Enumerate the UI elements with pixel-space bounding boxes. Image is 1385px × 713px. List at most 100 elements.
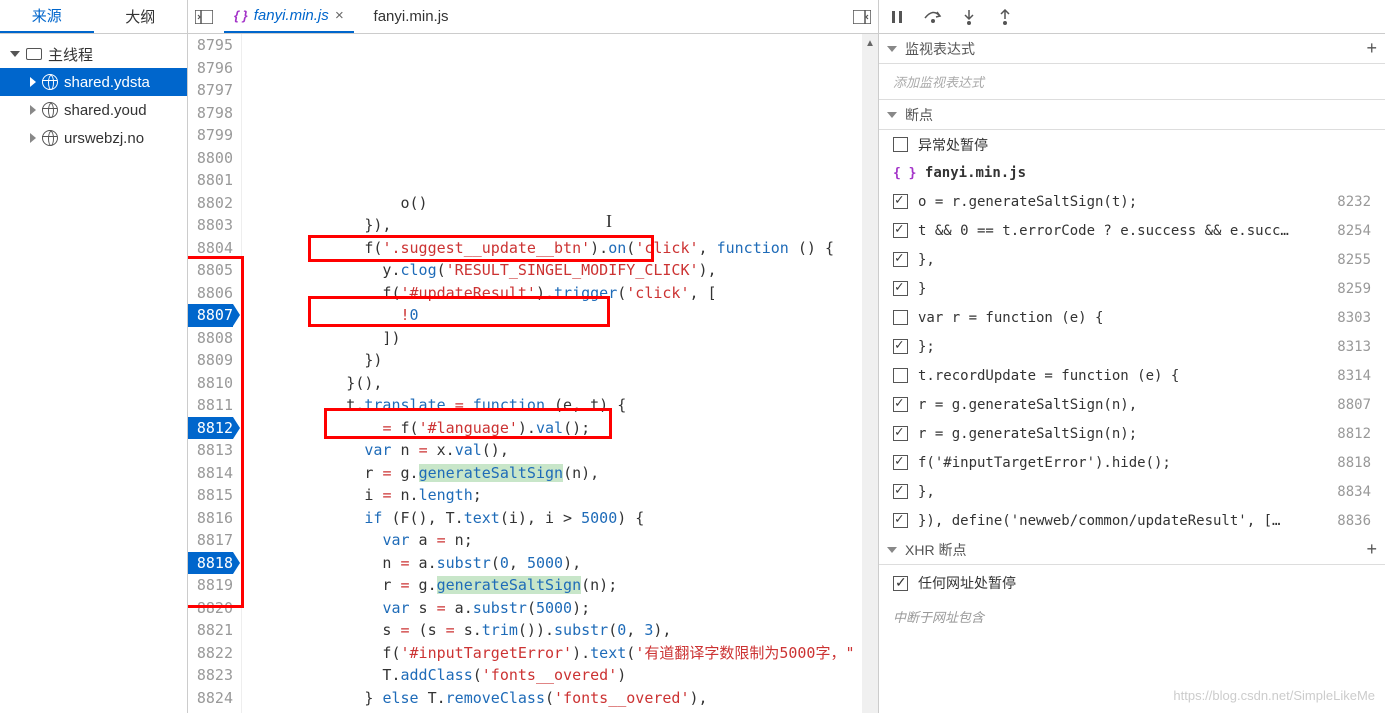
line-number[interactable]: 8815 [188, 484, 233, 507]
line-number[interactable]: 8817 [188, 529, 233, 552]
line-number[interactable]: 8818 [188, 552, 233, 575]
line-number[interactable]: 8796 [188, 57, 233, 80]
checkbox-icon[interactable] [893, 339, 908, 354]
code-line[interactable]: }(), [256, 372, 862, 395]
tree-item[interactable]: shared.ydsta [0, 68, 187, 96]
checkbox-icon[interactable] [893, 397, 908, 412]
line-number[interactable]: 8803 [188, 214, 233, 237]
line-number[interactable]: 8816 [188, 507, 233, 530]
line-number[interactable]: 8800 [188, 147, 233, 170]
line-number[interactable]: 8820 [188, 597, 233, 620]
breakpoint-row[interactable]: };8313 [879, 332, 1385, 361]
code-line[interactable]: f('#inputTargetError').text('有道翻译字数限制为50… [256, 642, 862, 665]
checkbox-icon[interactable] [893, 223, 908, 238]
file-tab[interactable]: fanyi.min.js [364, 1, 459, 33]
code-line[interactable]: n = a.substr(0, 5000), [256, 552, 862, 575]
breakpoint-row[interactable]: o = r.generateSaltSign(t);8232 [879, 187, 1385, 216]
line-number[interactable]: 8806 [188, 282, 233, 305]
code-line[interactable]: f('#inputTargetError').hide(); [256, 709, 862, 713]
code-line[interactable]: !0 [256, 304, 862, 327]
code-line[interactable]: var s = a.substr(5000); [256, 597, 862, 620]
tab-outline[interactable]: 大纲 [94, 0, 188, 33]
line-number[interactable]: 8813 [188, 439, 233, 462]
code-line[interactable]: y.clog('RESULT_SINGEL_MODIFY_CLICK'), [256, 259, 862, 282]
line-number[interactable]: 8812 [188, 417, 233, 440]
line-number[interactable]: 8824 [188, 687, 233, 710]
code-line[interactable]: s = (s = s.trim()).substr(0, 3), [256, 619, 862, 642]
code-line[interactable]: i = n.length; [256, 484, 862, 507]
pause-icon[interactable] [887, 7, 907, 27]
pause-on-exceptions[interactable]: 异常处暂停 [879, 130, 1385, 159]
add-watch-icon[interactable]: + [1366, 38, 1377, 59]
code-line[interactable]: f('.suggest__update__btn').on('click', f… [256, 237, 862, 260]
line-number[interactable]: 8823 [188, 664, 233, 687]
line-number[interactable]: 8801 [188, 169, 233, 192]
breakpoint-row[interactable]: t.recordUpdate = function (e) {8314 [879, 361, 1385, 390]
scroll-up-icon[interactable]: ▴ [862, 34, 878, 50]
code-line[interactable]: var n = x.val(), [256, 439, 862, 462]
breakpoint-row[interactable]: }), define('newweb/common/updateResult',… [879, 506, 1385, 535]
code-line[interactable]: }), [256, 214, 862, 237]
line-number[interactable]: 8822 [188, 642, 233, 665]
code-line[interactable]: }) [256, 349, 862, 372]
code-line[interactable]: if (F(), T.text(i), i > 5000) { [256, 507, 862, 530]
checkbox-icon[interactable] [893, 576, 908, 591]
line-number[interactable]: 8804 [188, 237, 233, 260]
line-number[interactable]: 8811 [188, 394, 233, 417]
line-number[interactable]: 8807 [188, 304, 233, 327]
line-number[interactable]: 8795 [188, 34, 233, 57]
step-over-icon[interactable] [923, 7, 943, 27]
checkbox-icon[interactable] [893, 194, 908, 209]
checkbox-icon[interactable] [893, 368, 908, 383]
tab-source[interactable]: 来源 [0, 0, 94, 33]
more-tabs-icon[interactable] [852, 7, 872, 27]
code-line[interactable]: o() [256, 192, 862, 215]
line-number[interactable]: 8802 [188, 192, 233, 215]
breakpoint-row[interactable]: r = g.generateSaltSign(n),8807 [879, 390, 1385, 419]
code-line[interactable]: var a = n; [256, 529, 862, 552]
file-tab-active[interactable]: { } fanyi.min.js × [224, 1, 354, 33]
checkbox-icon[interactable] [893, 137, 908, 152]
line-number[interactable]: 8808 [188, 327, 233, 350]
code-line[interactable]: _ = f('#language').val(); [256, 417, 862, 440]
breakpoint-row[interactable]: },8834 [879, 477, 1385, 506]
line-number[interactable]: 8809 [188, 349, 233, 372]
line-number[interactable]: 8821 [188, 619, 233, 642]
code-line[interactable]: f('#updateResult').trigger('click', [ [256, 282, 862, 305]
code-body[interactable]: I o() }), f('.suggest__update__btn').on(… [242, 34, 862, 713]
code-line[interactable]: ]) [256, 327, 862, 350]
toggle-sidebar-icon[interactable] [194, 7, 214, 27]
checkbox-icon[interactable] [893, 252, 908, 267]
breakpoint-row[interactable]: var r = function (e) {8303 [879, 303, 1385, 332]
line-number[interactable]: 8799 [188, 124, 233, 147]
close-icon[interactable]: × [335, 7, 344, 24]
code-line[interactable]: } else T.removeClass('fonts__overed'), [256, 687, 862, 710]
checkbox-icon[interactable] [893, 281, 908, 296]
checkbox-icon[interactable] [893, 455, 908, 470]
line-gutter[interactable]: 8795879687978798879988008801880288038804… [188, 34, 242, 713]
checkbox-icon[interactable] [893, 513, 908, 528]
line-number[interactable]: 8797 [188, 79, 233, 102]
line-number[interactable]: 8798 [188, 102, 233, 125]
step-into-icon[interactable] [959, 7, 979, 27]
code-line[interactable]: r = g.generateSaltSign(n), [256, 462, 862, 485]
watch-placeholder[interactable]: 添加监视表达式 [879, 64, 1385, 100]
line-number[interactable]: 8805 [188, 259, 233, 282]
checkbox-icon[interactable] [893, 484, 908, 499]
step-out-icon[interactable] [995, 7, 1015, 27]
checkbox-icon[interactable] [893, 426, 908, 441]
line-number[interactable]: 8814 [188, 462, 233, 485]
breakpoint-row[interactable]: f('#inputTargetError').hide();8818 [879, 448, 1385, 477]
breakpoints-header[interactable]: 断点 [879, 100, 1385, 130]
code-line[interactable]: T.addClass('fonts__overed') [256, 664, 862, 687]
checkbox-icon[interactable] [893, 310, 908, 325]
breakpoint-row[interactable]: }8259 [879, 274, 1385, 303]
breakpoint-row[interactable]: },8255 [879, 245, 1385, 274]
tree-item[interactable]: urswebzj.no [0, 124, 187, 152]
code-line[interactable]: t.translate = function (e, t) { [256, 394, 862, 417]
tree-root[interactable]: 主线程 [0, 40, 187, 68]
xhr-any-url[interactable]: 任何网址处暂停 [879, 565, 1385, 601]
tree-item[interactable]: shared.youd [0, 96, 187, 124]
line-number[interactable]: 8819 [188, 574, 233, 597]
code-line[interactable]: r = g.generateSaltSign(n); [256, 574, 862, 597]
